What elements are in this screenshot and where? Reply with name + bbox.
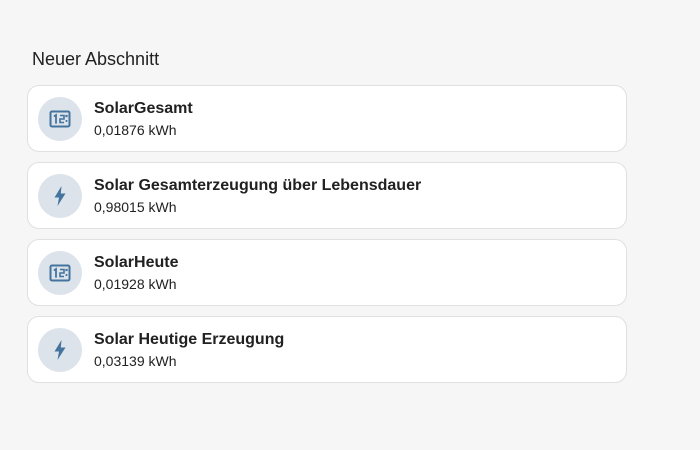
entity-state: 0,03139 kWh bbox=[94, 352, 177, 369]
counter-icon[interactable] bbox=[38, 96, 82, 141]
lightning-bolt-icon[interactable] bbox=[38, 327, 82, 372]
entity-name: SolarGesamt bbox=[94, 99, 193, 117]
entity-state: 0,01876 kWh bbox=[94, 121, 177, 138]
entity-name: Solar Gesamterzeugung über Lebensdauer bbox=[94, 176, 422, 194]
dashboard-section: Neuer Abschnitt SolarGesamt 0,01876 kWh bbox=[27, 44, 627, 393]
tile-card-list: SolarGesamt 0,01876 kWh Solar Gesamterze… bbox=[27, 85, 627, 383]
tile-card-solar-gesamterzeugung[interactable]: Solar Gesamterzeugung über Lebensdauer 0… bbox=[27, 162, 627, 229]
tile-card-solar-heutige-erzeugung[interactable]: Solar Heutige Erzeugung 0,03139 kWh bbox=[27, 316, 627, 383]
tile-card-solarheute[interactable]: SolarHeute 0,01928 kWh bbox=[27, 239, 627, 306]
entity-name: Solar Heutige Erzeugung bbox=[94, 330, 285, 348]
section-heading: Neuer Abschnitt bbox=[32, 49, 160, 69]
lightning-bolt-icon[interactable] bbox=[38, 173, 82, 218]
counter-icon[interactable] bbox=[38, 250, 82, 295]
tile-card-solargesamt[interactable]: SolarGesamt 0,01876 kWh bbox=[27, 85, 627, 152]
entity-state: 0,01928 kWh bbox=[94, 275, 177, 292]
entity-state: 0,98015 kWh bbox=[94, 198, 177, 215]
entity-name: SolarHeute bbox=[94, 253, 179, 271]
